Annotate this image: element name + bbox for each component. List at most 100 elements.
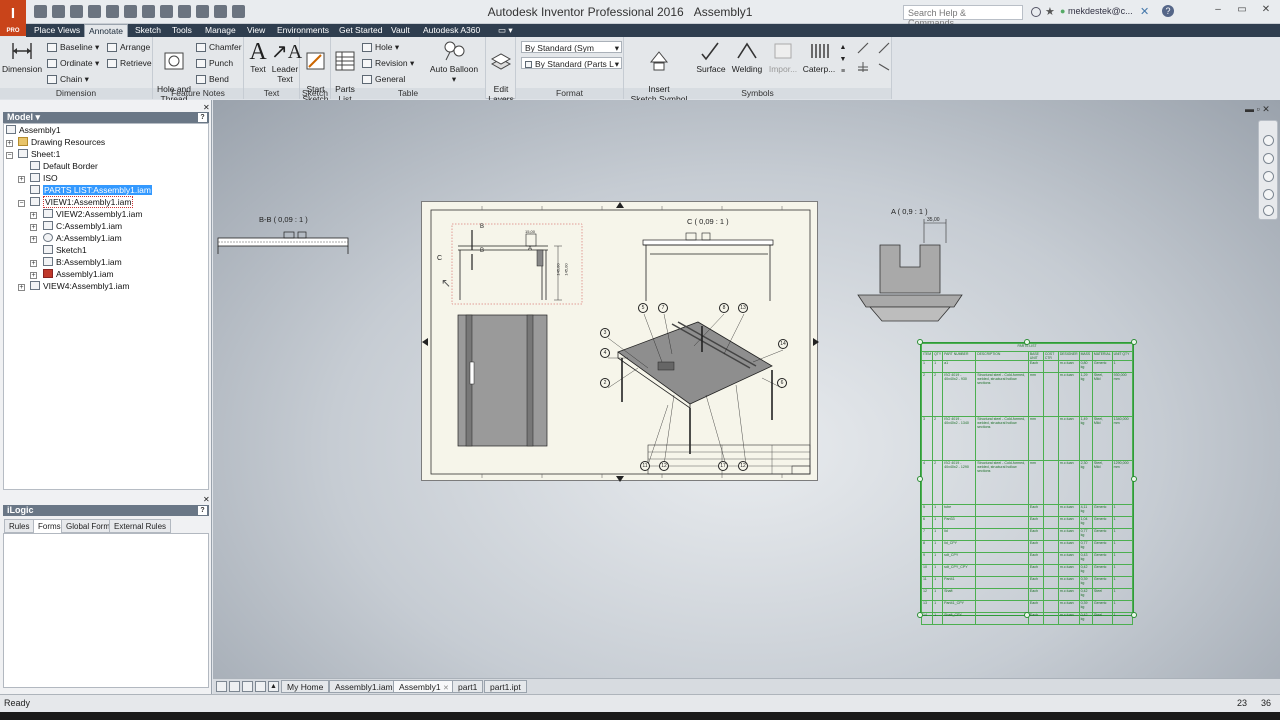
tree-node-parts-list[interactable]: PARTS LIST:Assembly1.iam [30,185,152,196]
drawing-sheet[interactable]: 5 7 8 13 3 4 14 2 6 11 12 17 12 C ( 0,09… [421,201,819,482]
tree-node-assembly-iam[interactable]: Assembly1.iam [43,269,114,280]
grip-handle[interactable] [917,339,923,345]
balloon[interactable]: 13 [738,303,748,313]
balloon[interactable]: 11 [640,461,650,471]
object-style-select[interactable]: By Standard (Sym ▾ [521,41,622,53]
surface-button[interactable]: Surface [695,40,727,74]
balloon[interactable]: 4 [600,348,610,358]
steering-wheel-icon[interactable] [1263,135,1274,146]
search-icon[interactable] [1031,7,1041,17]
table-row[interactable]: 9 1 sdt_CPY Each m.c.tuan 0,43 kg Generic 1 [920,552,1134,565]
tree-node-sketch1[interactable]: Sketch1 [43,245,87,256]
star-icon[interactable]: ★ [1045,5,1055,18]
maximize-button[interactable]: ▭ [1234,4,1250,18]
sketch-tools-icon[interactable] [855,40,892,75]
tab-environments[interactable]: Environments [273,24,333,37]
close-ilogic-icon[interactable]: ✕ [203,495,210,504]
grip-handle[interactable] [1024,612,1030,618]
chain-button[interactable]: Chain ▾ [47,74,89,85]
balloon[interactable]: 17 [718,461,728,471]
balloon[interactable]: 6 [777,378,787,388]
doc-tab-assembly1[interactable]: Assembly1 ✕ [393,680,455,693]
arrange-button[interactable]: Arrange [107,42,150,53]
appearance-icon[interactable] [232,5,245,18]
table-row[interactable]: 11 1 Part41 Each m.c.tuan 0,39 kg Generic 1 [920,576,1134,589]
text-button[interactable]: A Text [246,40,270,74]
tree-node-default-border[interactable]: Default Border [30,161,98,172]
table-row[interactable]: 4 2 ISO 4019 - 40x40x2 - 1290 Structural st… [920,460,1134,505]
grip-handle[interactable] [1131,476,1137,482]
hole-table-button[interactable]: Hole ▾ [362,42,399,53]
help-icon[interactable]: ? [1162,5,1174,17]
doc-tab-assembly1-iam[interactable]: Assembly1.iam [329,680,399,693]
table-row[interactable]: 3 2 ISO 4019 - 40x40x2 - 1340 Structural st… [920,416,1134,461]
table-row[interactable]: 13 1 Part41_CPY Each m.c.tuan 0,39 kg Generic 1 [920,600,1134,613]
tree-node-view1[interactable]: VIEW1:Assembly1.iam [30,196,134,208]
expand-icon[interactable]: + [30,212,37,219]
dimension-button[interactable]: Dimension [2,40,42,74]
tree-node-iso[interactable]: ISO [30,173,58,184]
expand-icon[interactable]: + [30,272,37,279]
detail-view-a[interactable] [856,215,964,327]
close-tab-icon[interactable]: ✕ [443,685,449,692]
doc-tab-part1[interactable]: part1 [452,680,484,693]
look-at-icon[interactable] [1263,205,1274,216]
tile-horizontal-icon[interactable] [216,681,227,692]
search-input[interactable]: Search Help & Commands... [903,5,1023,28]
user-account[interactable]: ● mekdestek@c... [1060,6,1133,16]
balloon[interactable]: 8 [719,303,729,313]
balloon[interactable]: 5 [638,303,648,313]
save-icon[interactable] [70,5,83,18]
tree-node-drawing-resources[interactable]: Drawing Resources [18,137,105,148]
minimize-button[interactable]: – [1210,4,1226,18]
zoom-icon[interactable] [1263,171,1274,182]
balloon[interactable]: 12 [738,461,748,471]
print-icon[interactable] [142,5,155,18]
arrange-icon[interactable] [255,681,266,692]
auto-balloon-button[interactable]: Auto Balloon ▾ [428,40,480,84]
table-row[interactable]: 6 1 Part33 Each m.c.tuan 1,04 kg Generic 1 [920,516,1134,529]
grip-handle[interactable] [917,476,923,482]
tab-a360[interactable]: Autodesk A360 [419,24,484,37]
tree-node-section-c[interactable]: C:Assembly1.iam [43,221,122,232]
edit-layers-button[interactable]: Edit Layers [486,40,516,104]
select-icon[interactable] [178,5,191,18]
baseline-button[interactable]: Baseline ▾ [47,42,99,53]
measure-icon[interactable] [196,5,209,18]
grip-handle[interactable] [1024,339,1030,345]
ribbon-gallery-scroll[interactable]: ▲ ▼ ≡ [838,42,848,86]
open-icon[interactable] [52,5,65,18]
revision-table-button[interactable]: Revision ▾ [362,58,414,69]
document-menu-icon[interactable]: ▲ [268,681,279,692]
grip-handle[interactable] [1131,339,1137,345]
general-table-button[interactable]: General [362,74,405,85]
expand-icon[interactable]: + [30,224,37,231]
parts-list-style-select[interactable]: By Standard (Parts L ▾ [521,57,622,69]
orbit-icon[interactable] [1263,189,1274,200]
tree-node-view2[interactable]: VIEW2:Assembly1.iam [43,209,142,220]
tab-get-started[interactable]: Get Started [335,24,386,37]
balloon[interactable]: 14 [778,339,788,349]
tab-view[interactable]: View [243,24,269,37]
tab-vault[interactable]: Vault [387,24,414,37]
balloon[interactable]: 3 [600,328,610,338]
help-icon[interactable]: ? [198,506,207,515]
table-row[interactable]: 1 1 a1 Each m.c.tuan 0,80 kg Generic 1 [920,360,1134,373]
parts-list-table[interactable]: PARTS LIST ITEM QTY PART NUMBER DESCRIPTION… [920,342,1134,625]
update-icon[interactable] [160,5,173,18]
tree-node-sheet1[interactable]: Sheet:1 [18,149,60,160]
table-row[interactable]: 2 2 ISO 4019 - 40x40x2 - 930 Structural ste… [920,372,1134,417]
canvas-window-controls[interactable]: ▬ ▫ ✕ [1245,104,1270,115]
application-menu-button[interactable]: I PRO [0,0,26,36]
table-row[interactable]: 12 1 Shaft Each m.c.tuan 0,42 kg Steel 1 [920,588,1134,601]
collapse-icon[interactable]: − [18,200,25,207]
cascade-icon[interactable] [242,681,253,692]
expand-icon[interactable]: + [6,140,13,147]
tab-rules[interactable]: Rules [4,519,35,533]
redo-icon[interactable] [106,5,119,18]
welding-button[interactable]: Welding [729,40,765,74]
start-sketch-button[interactable]: Start Sketch [301,40,330,104]
tree-node-view4[interactable]: VIEW4:Assembly1.iam [30,281,129,292]
help-icon[interactable]: ? [198,113,207,122]
tab-place-views[interactable]: Place Views [30,24,84,37]
